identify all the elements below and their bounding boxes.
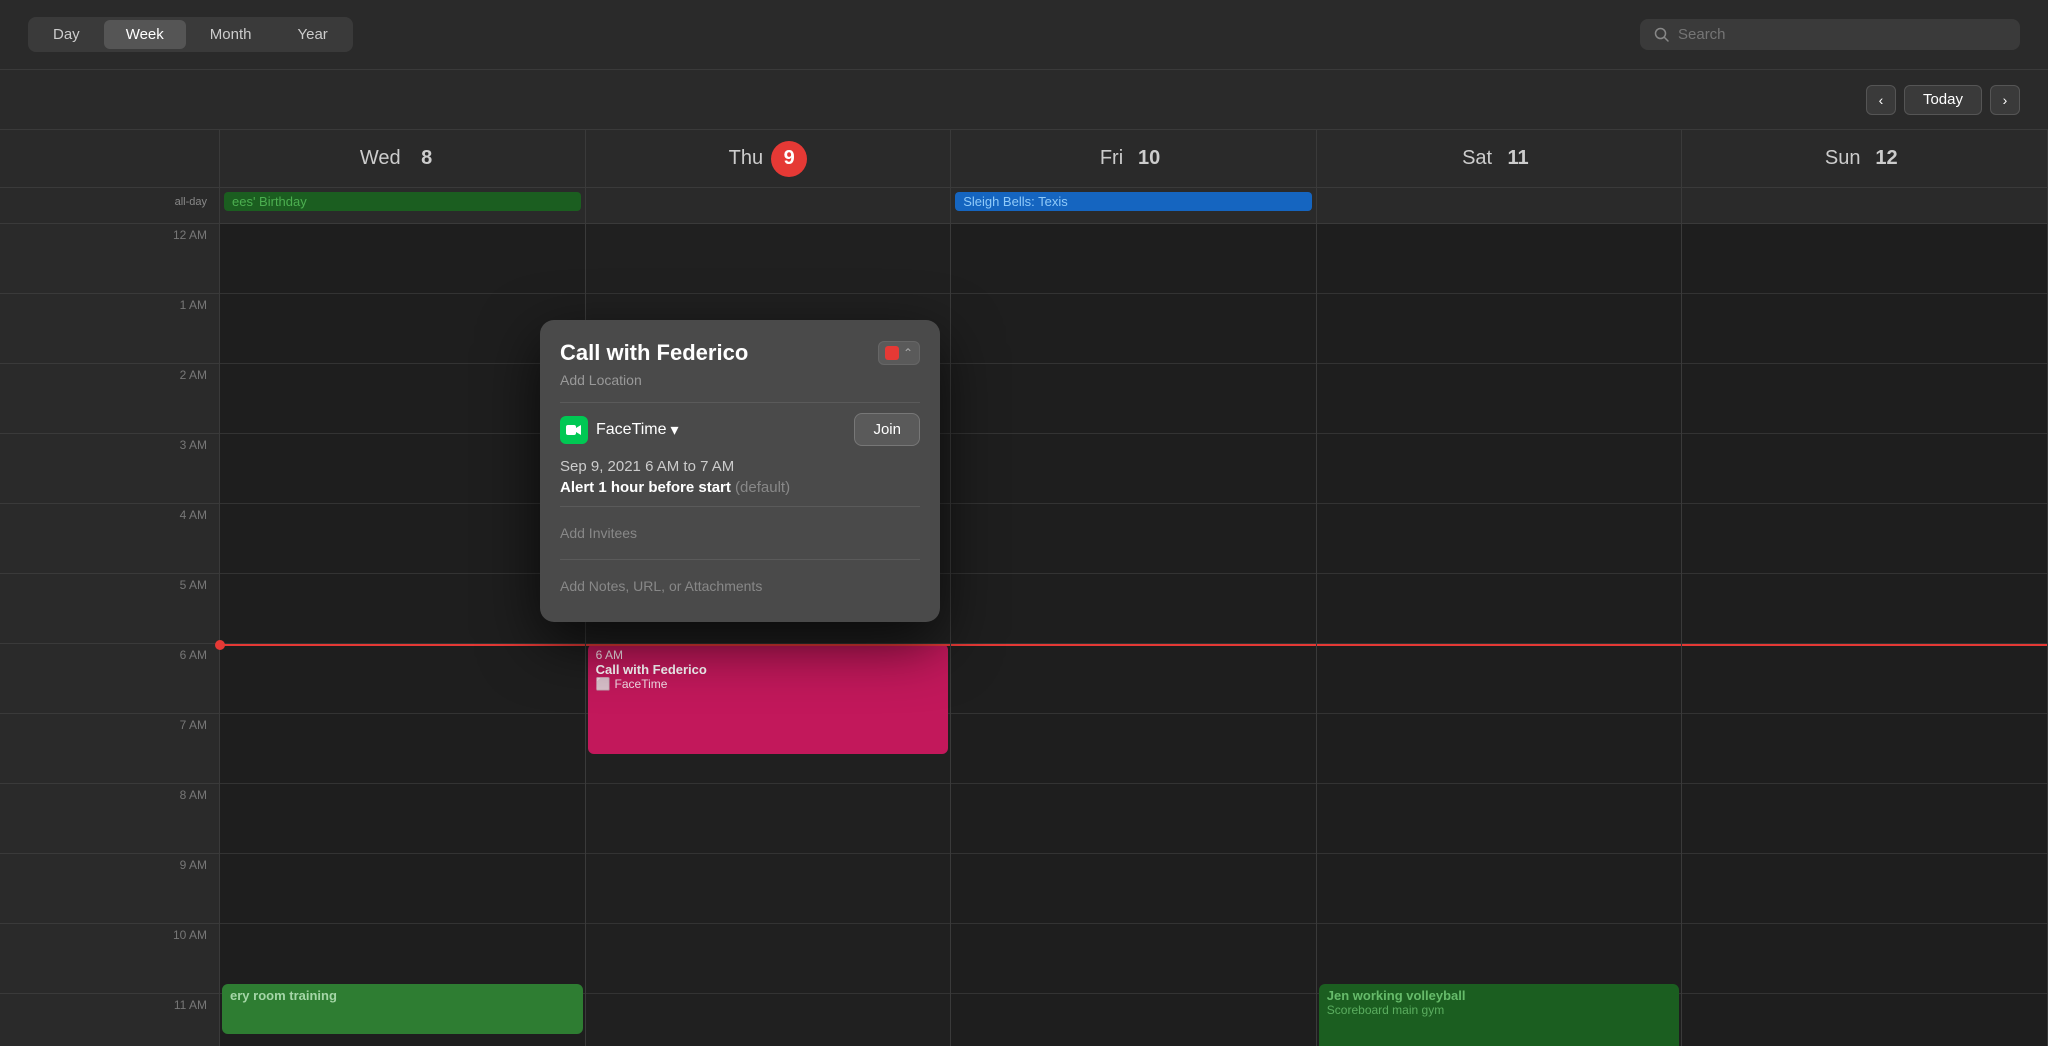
- popup-location[interactable]: Add Location: [560, 372, 920, 388]
- facetime-chevron-icon: ▾: [671, 420, 679, 440]
- thu-num: 9: [771, 141, 807, 177]
- tab-year[interactable]: Year: [275, 20, 349, 49]
- allday-wed: ees' Birthday: [220, 188, 586, 223]
- toolbar: Day Week Month Year: [0, 0, 2048, 70]
- allday-thu: [586, 188, 952, 223]
- time-4am: 4 AM: [0, 504, 219, 574]
- sat-label: Sat: [1462, 147, 1492, 170]
- current-time-thu: [586, 644, 951, 646]
- birthday-event[interactable]: ees' Birthday: [224, 192, 581, 211]
- current-time-indicator: [220, 644, 585, 646]
- volleyball-title: Jen working volleyball: [1327, 988, 1672, 1003]
- allday-row: all-day ees' Birthday Sleigh Bells: Texi…: [0, 188, 2048, 224]
- alert-text: Alert 1 hour before start: [560, 479, 731, 496]
- popup-divider-1: [560, 402, 920, 403]
- popup-header: Call with Federico ⌃: [560, 340, 920, 366]
- today-button[interactable]: Today: [1904, 85, 1982, 115]
- grid-sat: Jen working volleyball Scoreboard main g…: [1317, 224, 1683, 1046]
- popup-color-dot: [885, 346, 899, 360]
- time-5am: 5 AM: [0, 574, 219, 644]
- calendar-header: Wed 8 Thu 9 Fri 10 Sat 11 Sun 12: [0, 130, 2048, 188]
- header-sat: Sat 11: [1317, 130, 1683, 187]
- header-thu: Thu 9: [586, 130, 952, 187]
- wed-num: 8: [409, 141, 445, 177]
- view-tabs: Day Week Month Year: [28, 17, 353, 52]
- volleyball-event[interactable]: Jen working volleyball Scoreboard main g…: [1319, 984, 1680, 1046]
- current-time-sat: [1317, 644, 1682, 646]
- event-popup: Call with Federico ⌃ Add Location FaceTi…: [540, 320, 940, 622]
- event-subtitle: ⬜ FaceTime: [596, 677, 941, 691]
- event-title: Call with Federico: [596, 662, 941, 677]
- search-bar[interactable]: [1640, 19, 2020, 50]
- search-input[interactable]: [1678, 26, 2006, 43]
- popup-divider-2: [560, 506, 920, 507]
- time-11am: 11 AM: [0, 994, 219, 1046]
- time-2am: 2 AM: [0, 364, 219, 434]
- grid-sun: [1682, 224, 2048, 1046]
- sat-num: 11: [1500, 141, 1536, 177]
- popup-facetime-row: FaceTime ▾ Join: [560, 413, 920, 446]
- facetime-text: FaceTime: [596, 421, 667, 439]
- sleigh-bells-event[interactable]: Sleigh Bells: Texis: [955, 192, 1312, 211]
- header-spacer: [0, 130, 220, 187]
- current-time-sun: [1682, 644, 2047, 646]
- time-9am: 9 AM: [0, 854, 219, 924]
- training-title: ery room training: [230, 988, 575, 1003]
- popup-divider-3: [560, 559, 920, 560]
- time-1am: 1 AM: [0, 294, 219, 364]
- facetime-label[interactable]: FaceTime ▾: [596, 420, 679, 440]
- alert-default: (default): [735, 479, 790, 496]
- header-sun: Sun 12: [1682, 130, 2048, 187]
- prev-button[interactable]: ‹: [1866, 85, 1896, 115]
- allday-sat: [1317, 188, 1683, 223]
- current-time-fri: [951, 644, 1316, 646]
- nav-bar: ‹ Today ›: [0, 70, 2048, 130]
- allday-label: all-day: [0, 188, 220, 223]
- time-12am: 12 AM: [0, 224, 219, 294]
- tab-month[interactable]: Month: [188, 20, 274, 49]
- popup-add-invitees[interactable]: Add Invitees: [560, 517, 920, 549]
- header-wed: Wed 8: [220, 130, 586, 187]
- time-grid: 12 AM 1 AM 2 AM 3 AM 4 AM 5 AM 6 AM 7 AM…: [0, 224, 2048, 1046]
- grid-fri: [951, 224, 1317, 1046]
- popup-add-notes[interactable]: Add Notes, URL, or Attachments: [560, 570, 920, 602]
- sun-label: Sun: [1825, 147, 1861, 170]
- sun-num: 12: [1868, 141, 1904, 177]
- time-labels-col: 12 AM 1 AM 2 AM 3 AM 4 AM 5 AM 6 AM 7 AM…: [0, 224, 220, 1046]
- popup-chevron-icon: ⌃: [903, 346, 913, 360]
- call-federico-event[interactable]: 6 AM Call with Federico ⬜ FaceTime: [588, 644, 949, 754]
- wed-label: Wed: [360, 147, 401, 170]
- current-time-dot: [215, 640, 225, 650]
- training-event[interactable]: ery room training: [222, 984, 583, 1034]
- time-7am: 7 AM: [0, 714, 219, 784]
- fri-num: 10: [1131, 141, 1167, 177]
- event-time: 6 AM: [596, 648, 941, 662]
- popup-alert: Alert 1 hour before start (default): [560, 479, 920, 496]
- popup-title: Call with Federico: [560, 340, 748, 366]
- fri-label: Fri: [1100, 147, 1123, 170]
- facetime-icon: [560, 416, 588, 444]
- next-button[interactable]: ›: [1990, 85, 2020, 115]
- allday-sun: [1682, 188, 2048, 223]
- popup-color-button[interactable]: ⌃: [878, 341, 920, 365]
- volleyball-subtitle: Scoreboard main gym: [1327, 1003, 1672, 1017]
- tab-day[interactable]: Day: [31, 20, 102, 49]
- facetime-left: FaceTime ▾: [560, 416, 679, 444]
- time-3am: 3 AM: [0, 434, 219, 504]
- join-button[interactable]: Join: [854, 413, 920, 446]
- tab-week[interactable]: Week: [104, 20, 186, 49]
- header-fri: Fri 10: [951, 130, 1317, 187]
- time-8am: 8 AM: [0, 784, 219, 854]
- thu-label: Thu: [729, 147, 763, 170]
- search-icon: [1654, 27, 1670, 43]
- time-6am: 6 AM: [0, 644, 219, 714]
- grid-wed: ery room training: [220, 224, 586, 1046]
- allday-fri: Sleigh Bells: Texis: [951, 188, 1317, 223]
- time-10am: 10 AM: [0, 924, 219, 994]
- popup-datetime: Sep 9, 2021 6 AM to 7 AM: [560, 458, 920, 475]
